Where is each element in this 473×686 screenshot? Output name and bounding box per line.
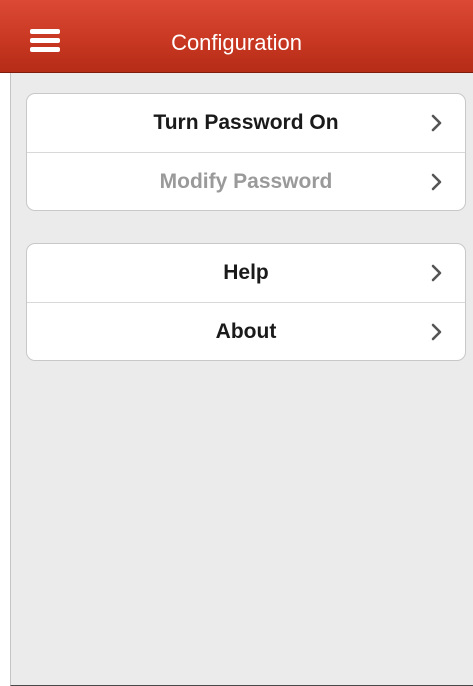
about-label: About xyxy=(215,320,277,343)
modify-password-label: Modify Password xyxy=(159,170,333,193)
about-row[interactable]: About xyxy=(27,303,465,360)
help-row[interactable]: Help xyxy=(27,244,465,303)
info-group: Help About xyxy=(26,243,466,361)
navigation-bar: Configuration xyxy=(0,0,473,73)
chevron-right-icon xyxy=(431,114,442,132)
turn-password-on-label: Turn Password On xyxy=(153,111,339,134)
settings-content: Turn Password On Modify Password Help Ab… xyxy=(10,73,473,686)
menu-bar-middle xyxy=(30,38,60,43)
menu-bar-bottom xyxy=(30,47,60,52)
page-title: Configuration xyxy=(171,30,302,55)
help-label: Help xyxy=(223,261,269,284)
chevron-right-icon xyxy=(431,323,442,341)
chevron-right-icon xyxy=(431,173,442,191)
turn-password-on-row[interactable]: Turn Password On xyxy=(27,94,465,153)
modify-password-row[interactable]: Modify Password xyxy=(27,153,465,210)
hamburger-menu-icon[interactable] xyxy=(30,27,60,53)
menu-bar-top xyxy=(30,29,60,34)
chevron-right-icon xyxy=(431,264,442,282)
app-screen: Configuration Turn Password On Modify Pa… xyxy=(0,0,473,686)
password-settings-group: Turn Password On Modify Password xyxy=(26,93,466,211)
